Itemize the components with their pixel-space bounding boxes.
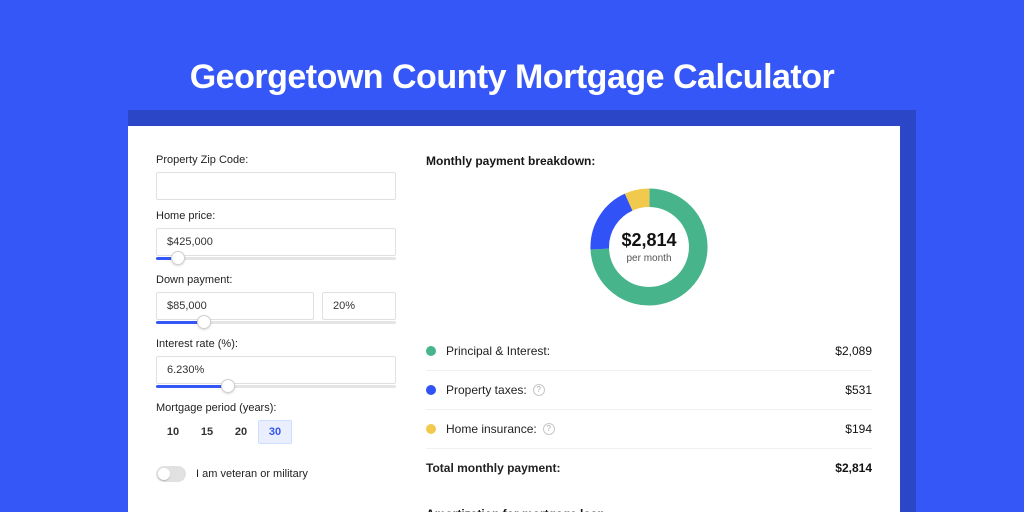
label-home-price: Home price: bbox=[156, 210, 396, 222]
calculator-card: Property Zip Code: Home price: Down paym… bbox=[128, 126, 900, 512]
total-row: Total monthly payment: $2,814 bbox=[426, 449, 872, 487]
info-icon[interactable]: ? bbox=[533, 384, 545, 396]
breakdown-label: Home insurance:? bbox=[446, 422, 845, 436]
interest-rate-input[interactable] bbox=[156, 356, 396, 384]
zip-input[interactable] bbox=[156, 172, 396, 200]
slider-fill bbox=[156, 385, 228, 388]
breakdown-label: Principal & Interest: bbox=[446, 344, 835, 358]
amortization-title: Amortization for mortgage loan bbox=[426, 507, 872, 512]
total-value: $2,814 bbox=[835, 461, 872, 475]
breakdown-row: Property taxes:?$531 bbox=[426, 371, 872, 410]
legend-dot bbox=[426, 424, 436, 434]
breakdown-donut-chart: $2,814 per month bbox=[584, 182, 714, 312]
label-zip: Property Zip Code: bbox=[156, 154, 396, 166]
label-down-payment: Down payment: bbox=[156, 274, 396, 286]
legend-dot bbox=[426, 385, 436, 395]
period-option-10[interactable]: 10 bbox=[156, 420, 190, 444]
slider-thumb[interactable] bbox=[197, 315, 211, 329]
down-payment-slider[interactable] bbox=[156, 318, 396, 328]
breakdown-value: $194 bbox=[845, 422, 872, 436]
label-mortgage-period: Mortgage period (years): bbox=[156, 402, 396, 414]
period-options: 10152030 bbox=[156, 420, 396, 444]
veteran-toggle[interactable] bbox=[156, 466, 186, 482]
slider-thumb[interactable] bbox=[221, 379, 235, 393]
label-interest-rate: Interest rate (%): bbox=[156, 338, 396, 350]
breakdown-column: Monthly payment breakdown: $2,814 per mo… bbox=[426, 154, 872, 512]
home-price-slider[interactable] bbox=[156, 254, 396, 264]
home-price-input[interactable] bbox=[156, 228, 396, 256]
down-payment-pct-input[interactable] bbox=[322, 292, 396, 320]
down-payment-input[interactable] bbox=[156, 292, 314, 320]
donut-svg bbox=[584, 182, 714, 312]
breakdown-row: Home insurance:?$194 bbox=[426, 410, 872, 449]
breakdown-value: $531 bbox=[845, 383, 872, 397]
total-label: Total monthly payment: bbox=[426, 461, 835, 475]
breakdown-label: Property taxes:? bbox=[446, 383, 845, 397]
breakdown-row: Principal & Interest:$2,089 bbox=[426, 332, 872, 371]
slider-thumb[interactable] bbox=[171, 251, 185, 265]
page-title: Georgetown County Mortgage Calculator bbox=[0, 58, 1024, 97]
breakdown-value: $2,089 bbox=[835, 344, 872, 358]
veteran-label: I am veteran or military bbox=[196, 468, 308, 480]
legend-dot bbox=[426, 346, 436, 356]
breakdown-title: Monthly payment breakdown: bbox=[426, 154, 872, 168]
inputs-column: Property Zip Code: Home price: Down paym… bbox=[156, 154, 396, 512]
info-icon[interactable]: ? bbox=[543, 423, 555, 435]
slider-track bbox=[156, 257, 396, 260]
interest-rate-slider[interactable] bbox=[156, 382, 396, 392]
period-option-30[interactable]: 30 bbox=[258, 420, 292, 444]
period-option-15[interactable]: 15 bbox=[190, 420, 224, 444]
period-option-20[interactable]: 20 bbox=[224, 420, 258, 444]
